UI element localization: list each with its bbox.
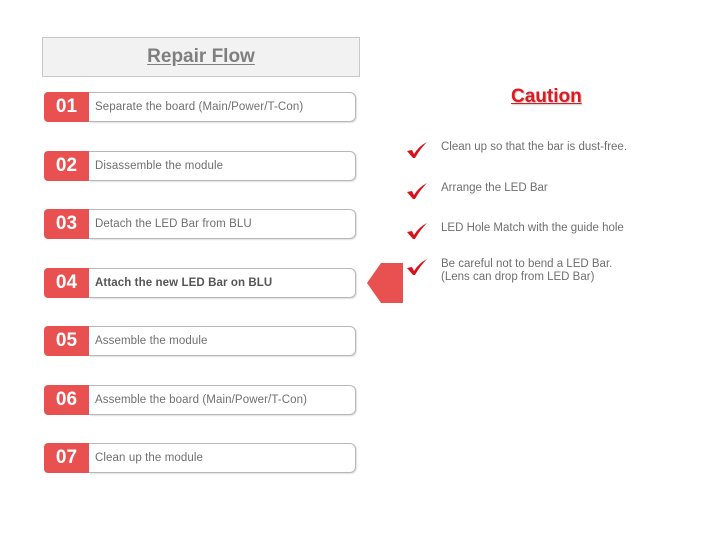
step-number: 07 [44, 443, 89, 473]
step-label: Assemble the board (Main/Power/T-Con) [89, 385, 356, 415]
caution-item: Be careful not to bend a LED Bar. (Lens … [406, 258, 612, 284]
step-label: Separate the board (Main/Power/T-Con) [89, 92, 356, 122]
step-05: 05 Assemble the module [44, 326, 356, 356]
step-number: 06 [44, 385, 89, 415]
checkmark-icon [407, 183, 427, 199]
step-label: Disassemble the module [89, 151, 356, 181]
step-number: 02 [44, 151, 89, 181]
step-label-active: Attach the new LED Bar on BLU [89, 268, 356, 298]
step-label: Assemble the module [89, 326, 356, 356]
caution-item-text: LED Hole Match with the guide hole [441, 222, 624, 234]
caution-title: Caution [511, 86, 582, 107]
page-title: Repair Flow [147, 46, 255, 67]
caution-item-text: Clean up so that the bar is dust-free. [441, 141, 628, 153]
pointer-arrow-icon [367, 263, 403, 303]
step-02: 02 Disassemble the module [44, 151, 356, 181]
step-label: Detach the LED Bar from BLU [89, 209, 356, 239]
caution-item: Arrange the LED Bar [406, 182, 548, 200]
repair-flow-title-box: Repair Flow [42, 37, 360, 77]
step-number: 03 [44, 209, 89, 239]
caution-item: Clean up so that the bar is dust-free. [406, 141, 627, 159]
step-number: 04 [44, 268, 89, 298]
checkmark-icon [407, 223, 427, 239]
checkmark-icon [407, 259, 427, 275]
step-number: 01 [44, 92, 89, 122]
step-number: 05 [44, 326, 89, 356]
caution-item: LED Hole Match with the guide hole [406, 222, 624, 240]
step-label: Clean up the module [89, 443, 356, 473]
step-03: 03 Detach the LED Bar from BLU [44, 209, 356, 239]
step-01: 01 Separate the board (Main/Power/T-Con) [44, 92, 356, 122]
step-07: 07 Clean up the module [44, 443, 356, 473]
step-06: 06 Assemble the board (Main/Power/T-Con) [44, 385, 356, 415]
caution-item-text: Be careful not to bend a LED Bar. (Lens … [441, 258, 613, 283]
checkmark-icon [407, 142, 427, 158]
step-04: 04 Attach the new LED Bar on BLU [44, 268, 356, 298]
caution-item-text: Arrange the LED Bar [441, 182, 548, 194]
